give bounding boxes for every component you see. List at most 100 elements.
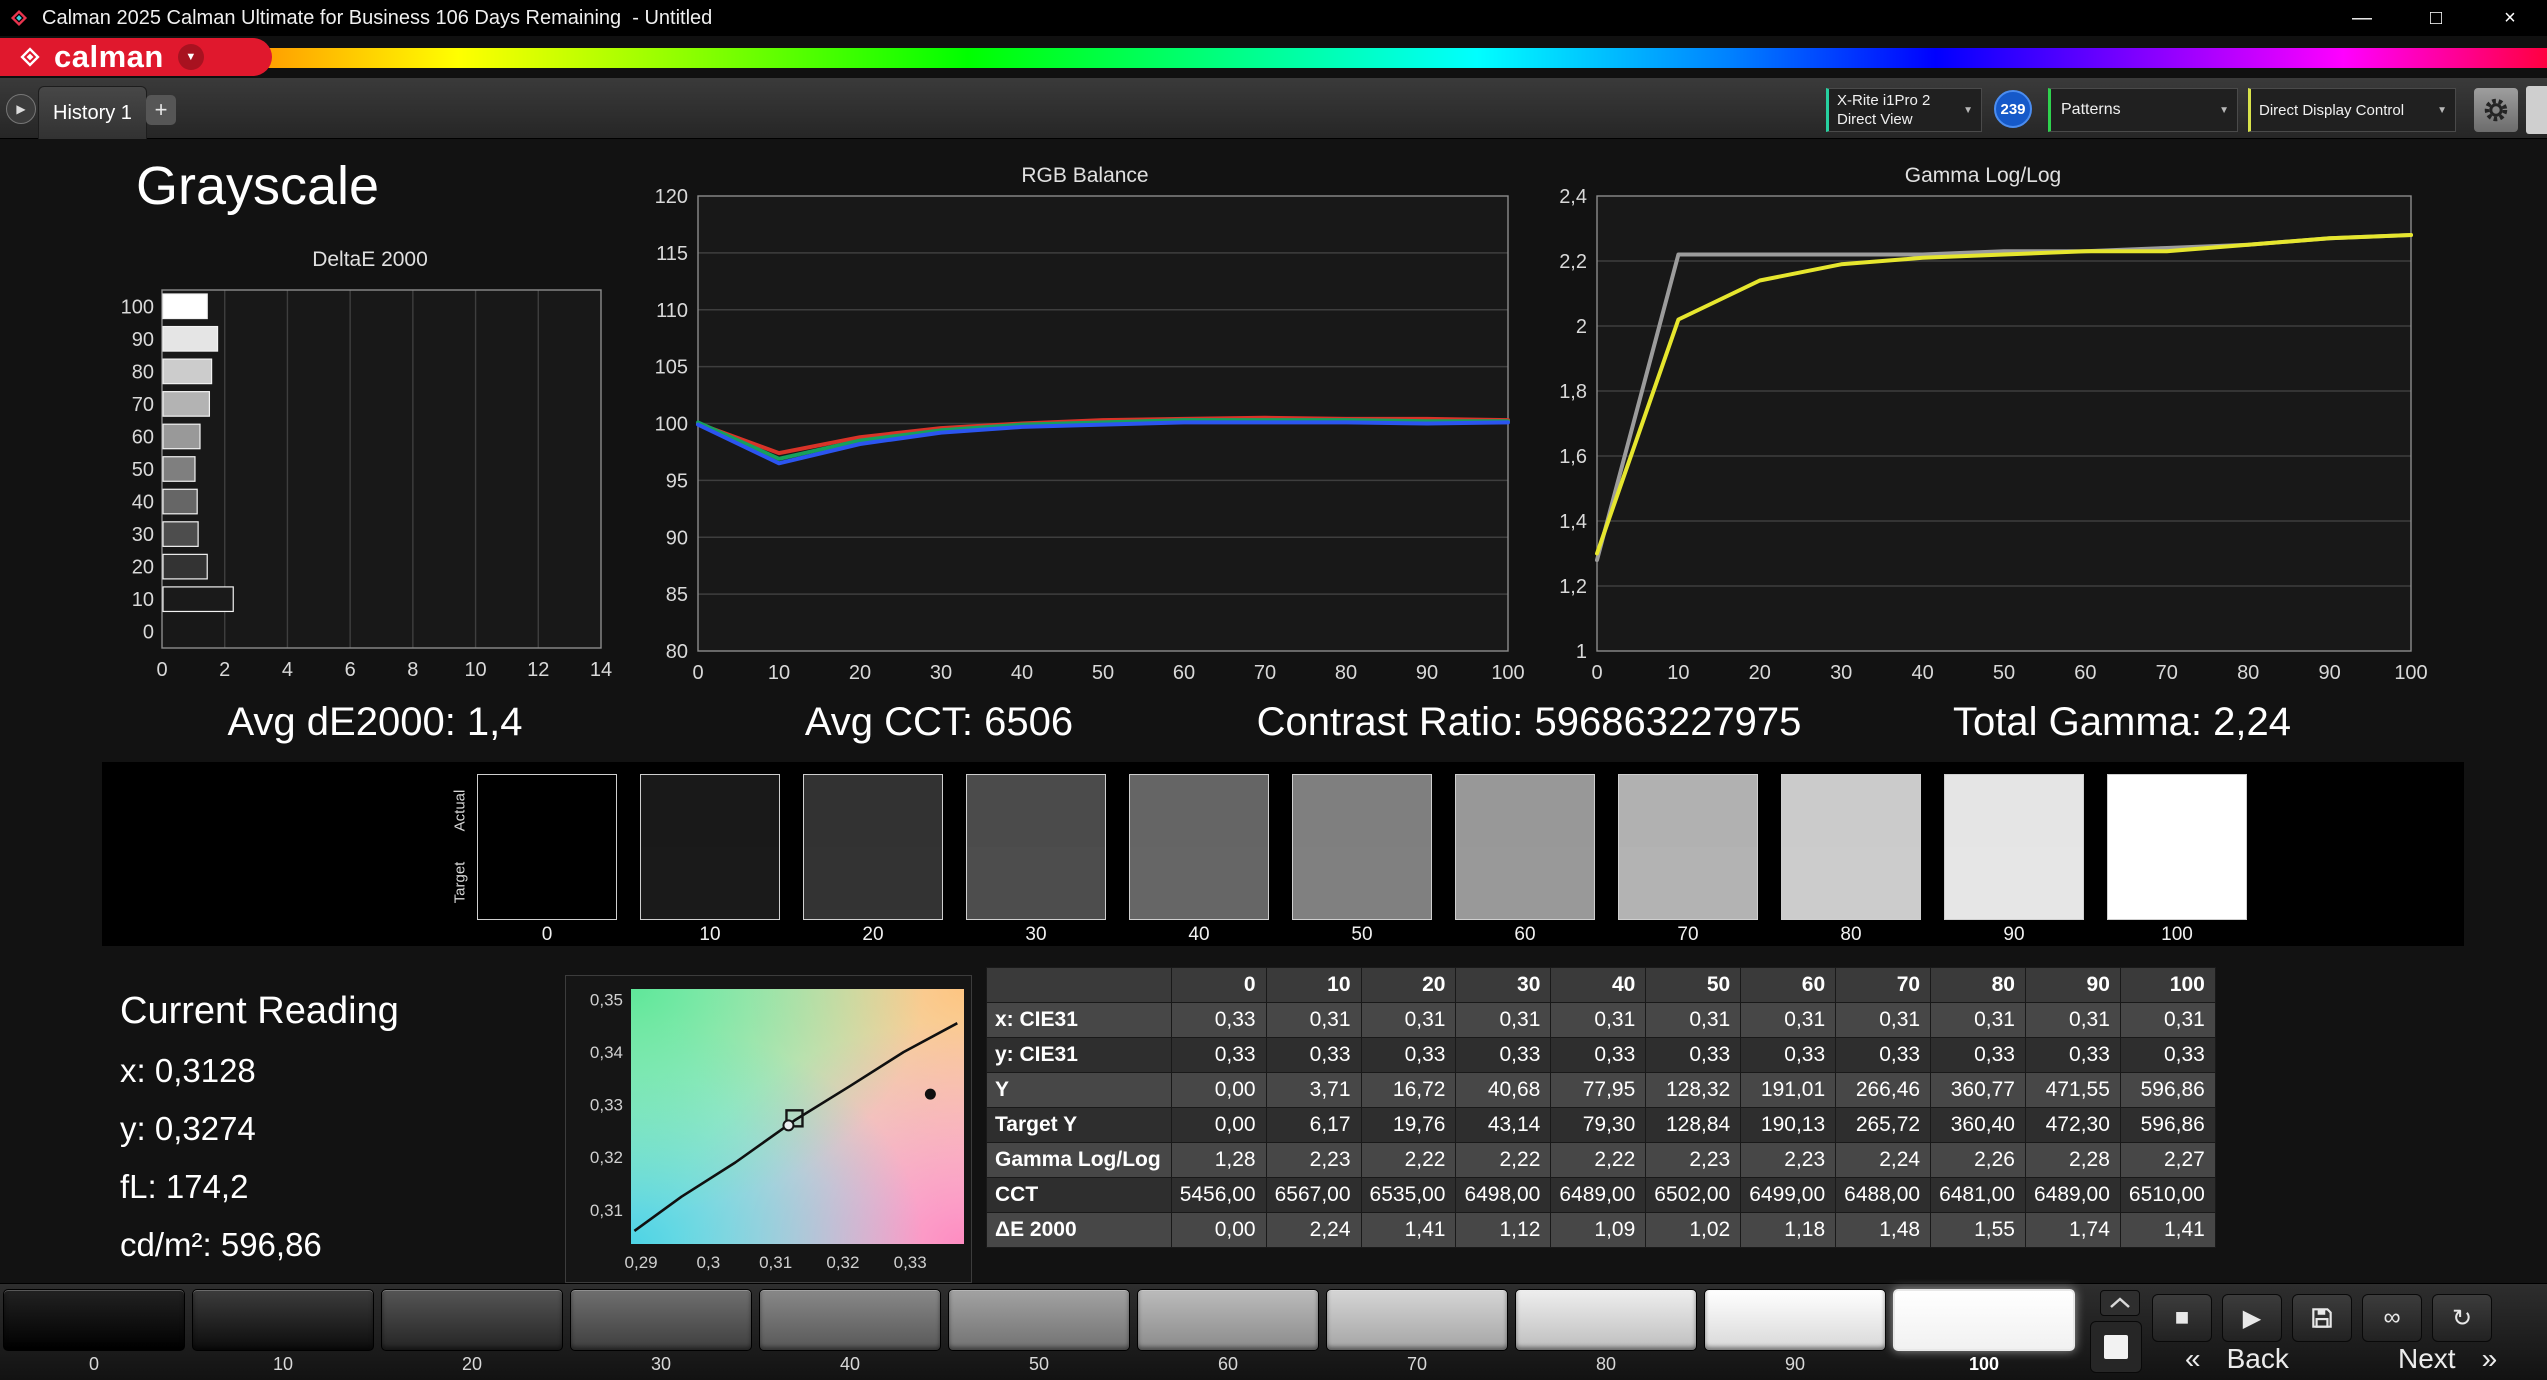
table-cell: 2,23 (1645, 1142, 1742, 1178)
back-button[interactable]: « Back (2185, 1343, 2289, 1375)
table-cell: 6499,00 (1740, 1177, 1837, 1213)
target-patch (1130, 847, 1268, 919)
table-cell: 2,22 (1550, 1142, 1647, 1178)
grayscale-swatch-70: 70 (1618, 774, 1758, 946)
settings-button[interactable] (2474, 88, 2518, 132)
svg-text:60: 60 (2074, 662, 2096, 684)
pattern-button-20[interactable] (381, 1289, 563, 1351)
table-cell: 0,33 (1930, 1037, 2026, 1073)
table-cell: 2,26 (1930, 1142, 2026, 1178)
table-cell: 0,33 (2024, 1037, 2121, 1073)
svg-text:95: 95 (666, 470, 688, 492)
target-patch (1456, 847, 1594, 919)
actual-patch (2108, 775, 2246, 847)
pattern-button-60[interactable] (1137, 1289, 1319, 1351)
swatch-label: 100 (2161, 924, 2193, 945)
svg-text:110: 110 (656, 300, 688, 322)
stop-button[interactable]: ■ (2152, 1294, 2212, 1342)
table-cell: 0,31 (1645, 1002, 1742, 1038)
meter-selector[interactable]: X-Rite i1Pro 2 Direct View ▼ (1826, 88, 1982, 132)
pattern-button-50[interactable] (948, 1289, 1130, 1351)
close-button[interactable]: × (2473, 0, 2547, 36)
table-cell: 1,74 (2024, 1212, 2121, 1248)
reading-y: y: 0,3274 (120, 1110, 256, 1147)
actual-patch (641, 775, 779, 847)
table-cell: 265,72 (1835, 1107, 1932, 1143)
save-button[interactable] (2292, 1294, 2352, 1342)
table-cell: 0,31 (1265, 1002, 1362, 1038)
table-cell: 1,09 (1550, 1212, 1647, 1248)
svg-text:30: 30 (1830, 662, 1852, 684)
logo-menu-button[interactable]: ▼ (177, 44, 204, 70)
table-row: Gamma Log/Log 1,28 2,23 2,22 2,22 2,22 2,23 2,2… (986, 1142, 2216, 1178)
pattern-window-button[interactable] (2090, 1321, 2142, 1373)
table-cell: 6489,00 (2024, 1177, 2121, 1213)
patterns-selector[interactable]: Patterns ▼ (2048, 88, 2238, 132)
actual-patch (1782, 775, 1920, 847)
pattern-bar: 0 10 20 30 40 50 60 70 80 90 100 ■ ▶ ∞ ↻ « Back (0, 1283, 2547, 1380)
swatch-label: 0 (541, 924, 553, 945)
table-cell: 16,72 (1360, 1072, 1457, 1108)
pattern-button-80[interactable] (1515, 1289, 1697, 1351)
table-cell: 3,71 (1265, 1072, 1362, 1108)
table-cell: 596,86 (2119, 1072, 2216, 1108)
pattern-label: 80 (1595, 1354, 1617, 1374)
svg-text:50: 50 (132, 459, 154, 481)
pattern-options-button[interactable] (2100, 1290, 2140, 1316)
pattern-button-10[interactable] (192, 1289, 374, 1351)
calman-logo[interactable]: calman ▼ (0, 38, 272, 76)
display-control-selector[interactable]: Direct Display Control ▼ (2248, 88, 2456, 132)
tab-history-1[interactable]: History 1 (38, 86, 147, 139)
svg-text:70: 70 (2156, 662, 2178, 684)
side-panel-toggle[interactable] (2526, 86, 2547, 134)
pattern-button-30[interactable] (570, 1289, 752, 1351)
pattern-button-90[interactable] (1704, 1289, 1886, 1351)
table-cell: 266,46 (1835, 1072, 1932, 1108)
loop-button[interactable]: ∞ (2362, 1294, 2422, 1342)
pattern-button-100[interactable] (1893, 1289, 2075, 1351)
pattern-label: 60 (1217, 1354, 1239, 1374)
table-cell: 6535,00 (1360, 1177, 1457, 1213)
meter-name: X-Rite i1Pro 2 (1837, 91, 1931, 109)
table-row-label: ΔE 2000 (986, 1212, 1172, 1248)
table-col-header: 60 (1740, 967, 1837, 1003)
chevron-down-icon: ▼ (1963, 104, 1973, 116)
pattern-window-icon (2104, 1335, 2128, 1359)
pattern-button-70[interactable] (1326, 1289, 1508, 1351)
history-nav-button[interactable]: ▶ (6, 94, 36, 124)
current-reading-title: Current Reading (120, 990, 399, 1032)
svg-text:0,31: 0,31 (590, 1201, 623, 1220)
maximize-button[interactable]: □ (2399, 0, 2473, 36)
next-button[interactable]: Next » (2398, 1343, 2497, 1375)
play-button[interactable]: ▶ (2222, 1294, 2282, 1342)
deltae-chart: 0 2 4 6 8 10 12 141009080706050403020100 (121, 289, 612, 681)
svg-text:0,33: 0,33 (894, 1253, 927, 1272)
table-cell: 0,33 (1740, 1037, 1837, 1073)
table-row: Target Y 0,00 6,17 19,76 43,14 79,30 128,84 190… (986, 1107, 2216, 1143)
refresh-button[interactable]: ↻ (2432, 1294, 2492, 1342)
svg-text:20: 20 (1749, 662, 1771, 684)
actual-patch (1293, 775, 1431, 847)
svg-text:50: 50 (1993, 662, 2015, 684)
rgb-balance-chart: 80 85 90 95 100 105 110 115 120 0 10 20 30 40 50 60 70 80… (655, 186, 1525, 684)
svg-text:1,2: 1,2 (1559, 576, 1587, 598)
pattern-button-40[interactable] (759, 1289, 941, 1351)
measurement-count-badge: 239 (1994, 90, 2032, 128)
pattern-label: 70 (1406, 1354, 1428, 1374)
table-row-label: Gamma Log/Log (986, 1142, 1172, 1178)
minimize-button[interactable]: — (2325, 0, 2399, 36)
page-title: Grayscale (136, 156, 380, 216)
pattern-button-0[interactable] (3, 1289, 185, 1351)
svg-text:8: 8 (407, 659, 418, 681)
reading-fl: fL: 174,2 (120, 1168, 249, 1205)
target-row-label: Target (451, 861, 469, 904)
add-tab-button[interactable]: + (146, 95, 176, 125)
table-cell: 191,01 (1740, 1072, 1837, 1108)
swatch-label: 50 (1351, 924, 1373, 945)
svg-text:1,8: 1,8 (1559, 381, 1587, 403)
table-cell: 0,31 (1740, 1002, 1837, 1038)
logo-bar: calman ▼ (0, 36, 2547, 78)
svg-text:20: 20 (132, 557, 154, 579)
table-row: CCT 5456,00 6567,00 6535,00 6498,00 6489,00 65… (986, 1177, 2216, 1213)
table-row-label: CCT (986, 1177, 1172, 1213)
